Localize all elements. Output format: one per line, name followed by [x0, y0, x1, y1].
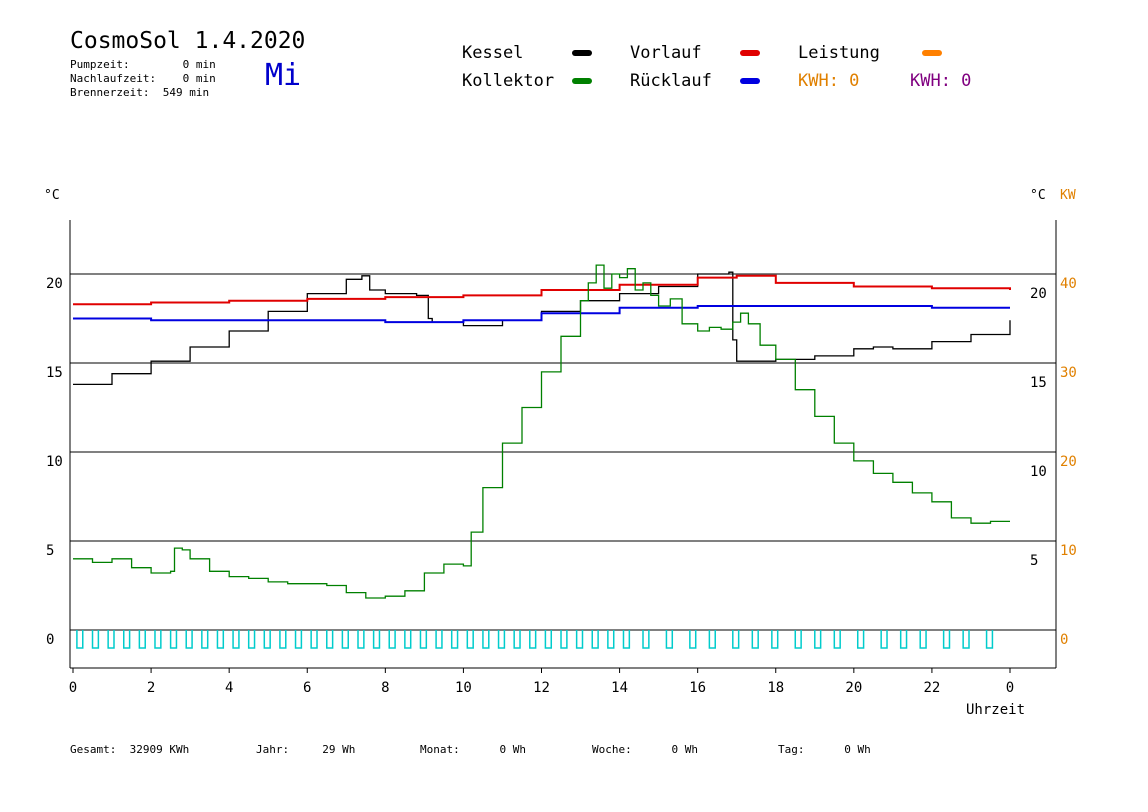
burner-pulse [513, 630, 521, 649]
burner-pulse [899, 630, 908, 649]
burner-pulse [942, 630, 951, 649]
burner-pulse [708, 630, 716, 649]
series-vorlauf [73, 274, 1011, 306]
x-axis-label: Uhrzeit [966, 702, 1026, 718]
y-right-kw-tick-label: 40 [1060, 276, 1077, 292]
burner-pulse [919, 630, 927, 649]
temperature-chart: 0 2 4 6 8 10 12 14 16 18 20 22 0 0 5 10 15 20 5 10 15 20 0 10 20… [46, 220, 1077, 696]
burner-pulse [622, 630, 631, 649]
burner-pulse [880, 630, 888, 649]
burner-pulse [326, 630, 334, 649]
burner-pulse [529, 630, 537, 649]
burner-pulse [962, 630, 970, 649]
y-right-tick-label: 20 [1030, 286, 1047, 302]
burner-pulse [138, 630, 146, 649]
x-tick-label: 0 [1006, 680, 1014, 696]
burner-pulse [247, 630, 256, 649]
burner-pulse [216, 630, 225, 649]
burner-pulse [294, 630, 303, 649]
x-tick-label: 6 [303, 680, 311, 696]
footer-jahr: Jahr: 29 Wh [256, 743, 356, 756]
burner-pulse [107, 630, 115, 649]
burner-pulse [985, 630, 994, 649]
burner-pulse [310, 630, 318, 649]
burner-pulse [814, 630, 822, 649]
y-left-tick-label: 10 [46, 454, 63, 470]
burner-pulse [751, 630, 759, 649]
series-ruecklauf [73, 305, 1010, 324]
burner-pulse [665, 630, 674, 649]
burner-pulse [76, 630, 84, 649]
x-tick-label: 8 [381, 680, 389, 696]
y-right-kw-tick-label: 10 [1060, 543, 1077, 559]
burner-pulse [154, 630, 162, 649]
burner-pulse [607, 630, 615, 649]
burner-pulse [544, 630, 553, 649]
burner-pulse [794, 630, 802, 649]
burner-pulse [341, 630, 349, 649]
footer-gesamt: Gesamt: 32909 KWh [70, 743, 190, 756]
y-right-tick-label: 15 [1030, 375, 1047, 391]
burner-pulse [169, 630, 178, 649]
burner-pulse [419, 630, 428, 649]
burner-pulse [372, 630, 381, 649]
burner-pulse [263, 630, 271, 649]
x-tick-label: 18 [767, 680, 784, 696]
burner-pulse [560, 630, 568, 649]
burner-pulse [732, 630, 740, 649]
burner-pulse [232, 630, 240, 649]
x-tick-label: 10 [455, 680, 472, 696]
burner-pulse [388, 630, 396, 649]
y-left-tick-label: 20 [46, 276, 63, 292]
burner-pulse [466, 630, 474, 649]
burner-pulse [404, 630, 412, 649]
y-right-kw-tick-label: 0 [1060, 632, 1068, 648]
burner-pulse [279, 630, 287, 649]
x-tick-label: 4 [225, 680, 233, 696]
burner-pulse [833, 630, 841, 649]
x-tick-label: 14 [611, 680, 628, 696]
burner-pulse [185, 630, 193, 649]
footer-woche: Woche: 0 Wh [592, 743, 698, 756]
burner-pulse [357, 630, 365, 649]
burner-pulse [642, 630, 650, 649]
burner-pulse [450, 630, 459, 649]
x-tick-label: 22 [923, 680, 940, 696]
footer-tag: Tag: 0 Wh [778, 743, 871, 756]
burner-pulse [575, 630, 584, 649]
footer-monat: Monat: 0 Wh [420, 743, 526, 756]
x-tick-label: 20 [845, 680, 862, 696]
y-left-tick-label: 0 [46, 632, 54, 648]
burner-pulse [689, 630, 697, 649]
burner-pulse [497, 630, 506, 649]
y-right-kw-tick-label: 20 [1060, 454, 1077, 470]
x-tick-label: 2 [147, 680, 155, 696]
burner-pulse [435, 630, 443, 649]
burner-pulse [591, 630, 599, 649]
y-left-tick-label: 15 [46, 365, 63, 381]
x-tick-label: 0 [69, 680, 77, 696]
y-right-kw-tick-label: 30 [1060, 365, 1077, 381]
y-right-tick-label: 10 [1030, 464, 1047, 480]
burner-pulse [201, 630, 209, 649]
burner-pulse [91, 630, 100, 649]
burner-pulse [856, 630, 865, 649]
burner-pulse [771, 630, 779, 649]
y-right-tick-label: 5 [1030, 553, 1038, 569]
burner-pulse [482, 630, 490, 649]
y-left-tick-label: 5 [46, 543, 54, 559]
x-tick-label: 12 [533, 680, 550, 696]
burner-pulse [123, 630, 131, 649]
x-tick-label: 16 [689, 680, 706, 696]
